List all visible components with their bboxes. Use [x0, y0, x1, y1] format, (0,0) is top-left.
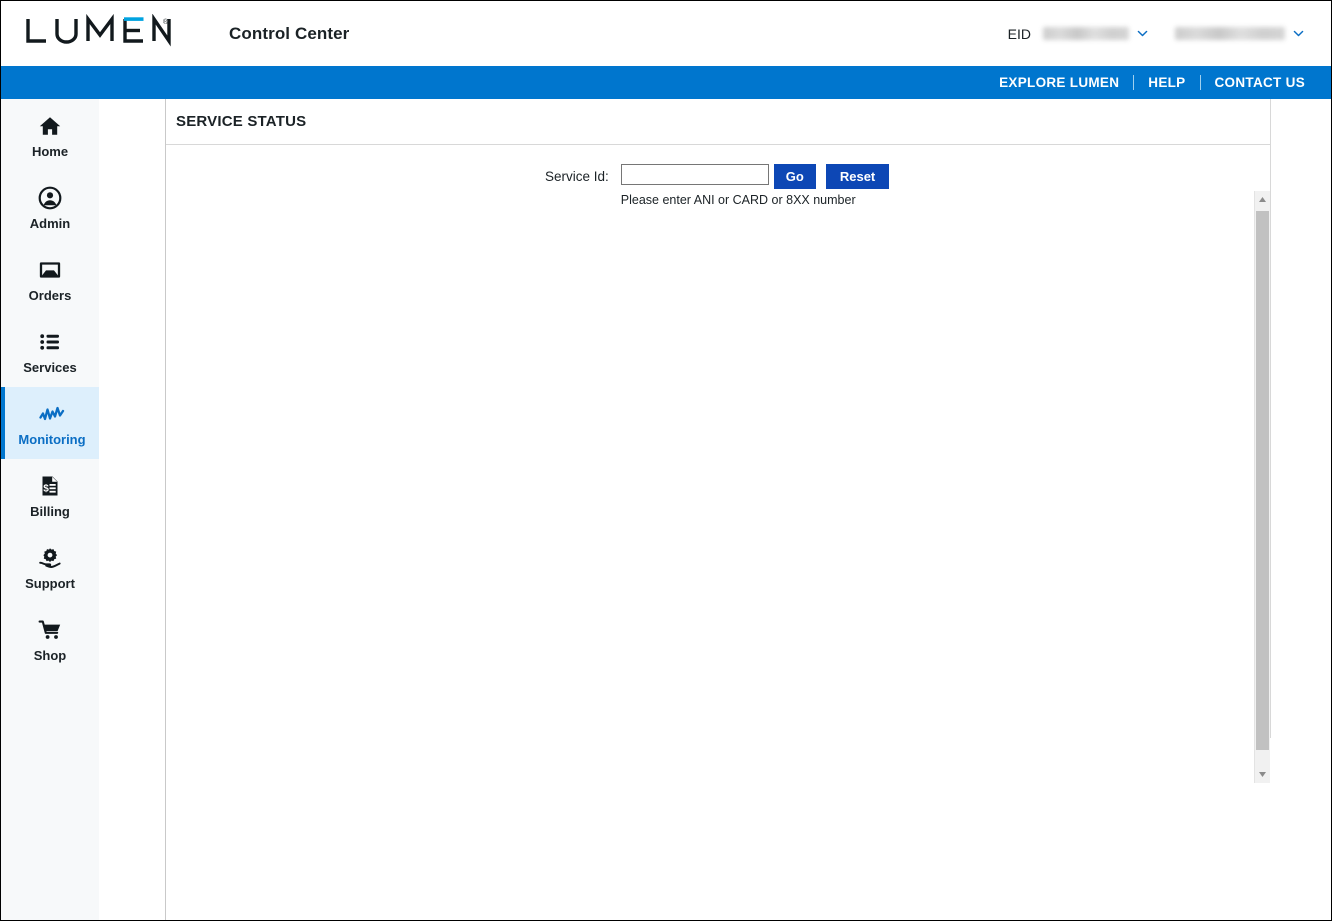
eid-value-redacted: [1043, 27, 1129, 40]
service-id-field-group: Go Reset Please enter ANI or CARD or 8XX…: [620, 164, 890, 207]
app-title: Control Center: [229, 23, 350, 43]
app-window: ® Control Center EID EXPLORE LUMEN HELP …: [0, 0, 1332, 921]
service-id-form: Service Id: Go Reset Please enter ANI or…: [545, 164, 890, 207]
svg-text:$: $: [43, 483, 49, 494]
sidebar-item-label: Services: [23, 359, 77, 375]
sidebar-item-services[interactable]: Services: [1, 315, 99, 387]
scrollbar-up-button[interactable]: [1255, 191, 1270, 208]
sidebar-item-label: Billing: [30, 503, 70, 519]
service-id-label: Service Id:: [545, 169, 609, 184]
eid-selector[interactable]: EID: [1008, 26, 1149, 42]
sidebar-item-monitoring[interactable]: Monitoring: [1, 387, 99, 459]
header-account-controls: EID: [1008, 26, 1305, 42]
sidebar-item-admin[interactable]: Admin: [1, 171, 99, 243]
service-id-input[interactable]: [620, 164, 769, 185]
nav-link-explore-lumen[interactable]: EXPLORE LUMEN: [985, 75, 1133, 90]
sidebar-item-label: Shop: [33, 647, 67, 663]
sidebar-item-shop[interactable]: Shop: [1, 603, 99, 675]
utility-navbar: EXPLORE LUMEN HELP CONTACT US: [1, 66, 1331, 99]
chevron-down-icon: [1137, 30, 1148, 37]
inbox-tray-icon: [37, 257, 63, 283]
shopping-cart-icon: [37, 617, 63, 643]
lumen-logo-icon: ®: [26, 13, 171, 47]
pulse-wave-icon: [39, 401, 65, 427]
home-icon: [37, 113, 63, 139]
app-header: ® Control Center EID: [1, 1, 1331, 66]
user-account-selector[interactable]: [1175, 27, 1305, 40]
user-circle-icon: [37, 185, 63, 211]
utility-nav-links: EXPLORE LUMEN HELP CONTACT US: [985, 75, 1319, 90]
sidebar-item-orders[interactable]: Orders: [1, 243, 99, 315]
chevron-down-icon: [1293, 30, 1304, 37]
nav-link-contact-us[interactable]: CONTACT US: [1201, 75, 1320, 90]
sidebar-item-label: Home: [31, 143, 69, 159]
invoice-document-icon: $: [37, 473, 63, 499]
scrollbar-down-button[interactable]: [1255, 766, 1270, 783]
service-status-panel: SERVICE STATUS Service Id: Go Reset Plea…: [166, 99, 1271, 783]
user-name-redacted: [1175, 27, 1285, 40]
service-id-controls: Go Reset: [620, 164, 890, 189]
svg-text:®: ®: [163, 18, 169, 26]
reset-button[interactable]: Reset: [825, 164, 890, 189]
primary-sidebar: Home Admin Orders Services Monitoring $ …: [1, 99, 100, 920]
sidebar-item-label: Admin: [29, 215, 71, 231]
service-status-body: Service Id: Go Reset Please enter ANI or…: [166, 145, 1271, 783]
triangle-down-icon: [1259, 772, 1266, 777]
sidebar-item-label: Support: [25, 575, 75, 591]
go-button[interactable]: Go: [773, 164, 816, 189]
scrollbar-thumb[interactable]: [1256, 211, 1269, 750]
main-content: SERVICE STATUS Service Id: Go Reset Plea…: [165, 99, 1331, 920]
sidebar-item-label: Orders: [28, 287, 72, 303]
eid-label: EID: [1007, 25, 1031, 42]
lumen-logo[interactable]: ®: [24, 13, 172, 54]
sidebar-item-support[interactable]: Support: [1, 531, 99, 603]
sidebar-item-home[interactable]: Home: [1, 99, 99, 171]
triangle-up-icon: [1259, 197, 1266, 202]
nav-link-help[interactable]: HELP: [1134, 75, 1199, 90]
service-id-help-text: Please enter ANI or CARD or 8XX number: [620, 193, 856, 207]
content-scrollbar[interactable]: [1254, 191, 1270, 783]
list-bullet-icon: [37, 329, 63, 355]
gear-hand-icon: [37, 545, 63, 571]
page-title: SERVICE STATUS: [166, 99, 1271, 145]
sidebar-item-label: Monitoring: [18, 431, 86, 447]
sidebar-item-billing[interactable]: $ Billing: [1, 459, 99, 531]
